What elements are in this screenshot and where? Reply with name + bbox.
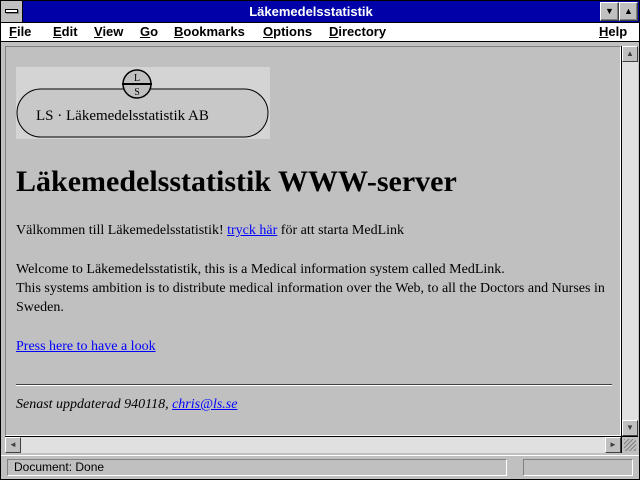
system-menu-icon [5,9,18,13]
menu-bookmarks[interactable]: Bookmarks [174,24,245,39]
menu-bar: File Edit View Go Bookmarks Options Dire… [1,23,639,42]
status-bar: Document: Done [1,455,639,479]
menu-directory[interactable]: Directory [329,24,386,39]
scroll-left-button[interactable]: ◄ [5,437,21,453]
look-paragraph: Press here to have a look [16,337,606,356]
resize-corner[interactable] [621,436,638,453]
progress-indicator [523,459,633,476]
logo-letter-bottom: S [134,87,140,98]
scroll-up-button[interactable]: ▲ [622,46,638,62]
welcome-english: Welcome to Läkemedelsstatistik, this is … [16,262,605,315]
maximize-button[interactable]: ▲ [619,2,638,21]
menu-view[interactable]: View [94,24,123,39]
system-menu-button[interactable] [1,1,23,22]
menu-file[interactable]: File [9,24,31,39]
page-heading: Läkemedelsstatistik WWW-server [16,165,457,198]
page-footer: Senast uppdaterad 940118, chris@ls.se [16,397,238,412]
vertical-scrollbar[interactable]: ▲ ▼ [621,46,638,436]
resize-grip-icon [624,439,636,451]
horizontal-rule [16,384,612,386]
start-medlink-link[interactable]: tryck här [227,223,277,238]
email-link[interactable]: chris@ls.se [172,397,237,412]
company-logo: L S LS · Läkemedelsstatistik AB [16,67,270,139]
browser-window: Läkemedelsstatistik ▼ ▲ File Edit View G… [0,0,640,480]
menu-edit[interactable]: Edit [53,24,78,39]
horizontal-scrollbar[interactable]: ◄ ► [5,436,621,453]
status-text: Document: Done [7,459,507,476]
menu-go[interactable]: Go [140,24,158,39]
scroll-right-button[interactable]: ► [605,437,621,453]
logo-letter-top: L [134,73,140,84]
welcome-swedish: Välkommen till Läkemedelsstatistik! tryc… [16,223,405,238]
menu-help[interactable]: Help [599,24,627,39]
have-a-look-link[interactable]: Press here to have a look [16,339,156,354]
logo-text: LS · Läkemedelsstatistik AB [36,108,209,124]
title-bar[interactable]: Läkemedelsstatistik ▼ ▲ [1,1,639,23]
menu-options[interactable]: Options [263,24,312,39]
document-view[interactable]: L S LS · Läkemedelsstatistik AB Läkemede… [5,46,621,436]
scroll-down-button[interactable]: ▼ [622,420,638,436]
window-title: Läkemedelsstatistik [249,4,373,19]
minimize-button[interactable]: ▼ [600,2,619,21]
